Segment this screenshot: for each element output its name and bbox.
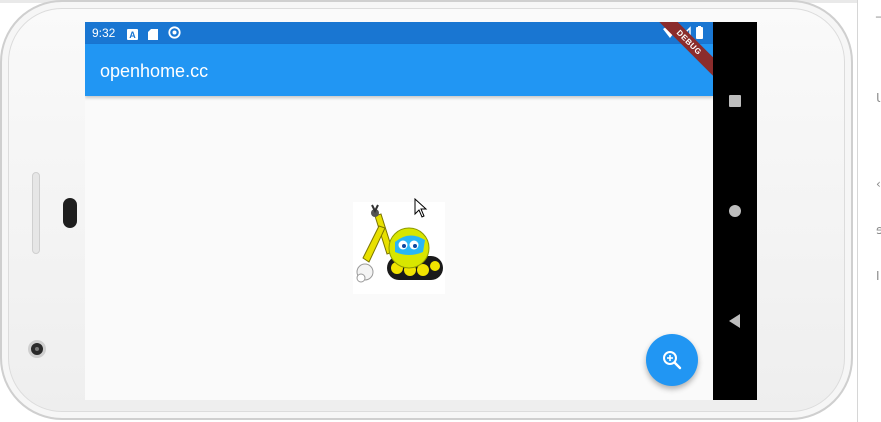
home-icon[interactable] — [725, 204, 745, 223]
notification-a-icon: A — [127, 27, 138, 45]
robot-excavator-icon — [353, 202, 445, 294]
svg-text:A: A — [129, 30, 136, 40]
sync-icon — [168, 26, 181, 44]
side-glyph: ɘ — [876, 223, 881, 237]
zoom-in-button[interactable] — [646, 334, 698, 386]
phone-speaker — [63, 198, 77, 228]
side-panel: ‾ Ɩ ‹ ɘ Ⅰ — [857, 0, 881, 422]
app-bar: openhome.cc — [85, 44, 713, 96]
app-screen: 9:32 A openhome.cc DEBUG — [85, 22, 713, 400]
side-glyph: Ⅰ — [876, 269, 880, 283]
back-icon[interactable] — [725, 313, 745, 334]
side-glyph: ‾ — [876, 16, 881, 28]
phone-camera — [28, 340, 46, 358]
status-time: 9:32 — [92, 26, 116, 40]
status-bar: 9:32 A — [85, 22, 713, 44]
app-title: openhome.cc — [100, 61, 209, 81]
phone-side-button — [32, 172, 40, 254]
mouse-cursor-icon — [414, 197, 428, 223]
sd-card-icon — [148, 27, 158, 45]
side-glyph: ‹ — [876, 177, 881, 191]
zoom-in-icon — [663, 351, 682, 370]
battery-icon — [696, 26, 703, 39]
side-glyph: Ɩ — [876, 91, 881, 105]
android-nav-bar — [713, 22, 757, 400]
recents-icon[interactable] — [725, 95, 745, 114]
